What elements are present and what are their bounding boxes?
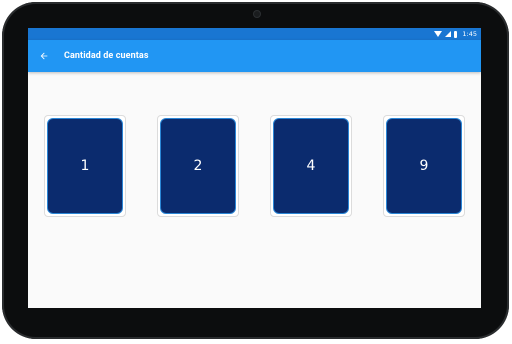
account-count-options: 1 2 4 9 bbox=[28, 72, 481, 308]
card-label: 1 bbox=[47, 118, 123, 214]
status-bar: 1:45 bbox=[28, 28, 481, 40]
account-count-card-4[interactable]: 4 bbox=[270, 115, 352, 217]
account-count-card-1[interactable]: 1 bbox=[44, 115, 126, 217]
card-label: 4 bbox=[273, 118, 349, 214]
status-time: 1:45 bbox=[462, 30, 477, 38]
account-count-card-2[interactable]: 2 bbox=[157, 115, 239, 217]
app-screen: 1:45 Cantidad de cuentas 1 2 4 9 bbox=[28, 28, 481, 308]
card-label: 9 bbox=[386, 118, 462, 214]
account-count-card-9[interactable]: 9 bbox=[383, 115, 465, 217]
back-button[interactable] bbox=[36, 48, 52, 64]
arrow-back-icon bbox=[40, 52, 48, 60]
page-title: Cantidad de cuentas bbox=[64, 51, 149, 61]
wifi-icon bbox=[434, 31, 443, 37]
app-bar: Cantidad de cuentas bbox=[28, 40, 481, 72]
battery-icon bbox=[454, 30, 458, 38]
signal-icon bbox=[445, 31, 452, 37]
card-label: 2 bbox=[160, 118, 236, 214]
status-icons: 1:45 bbox=[434, 29, 477, 39]
camera-icon bbox=[253, 10, 261, 18]
